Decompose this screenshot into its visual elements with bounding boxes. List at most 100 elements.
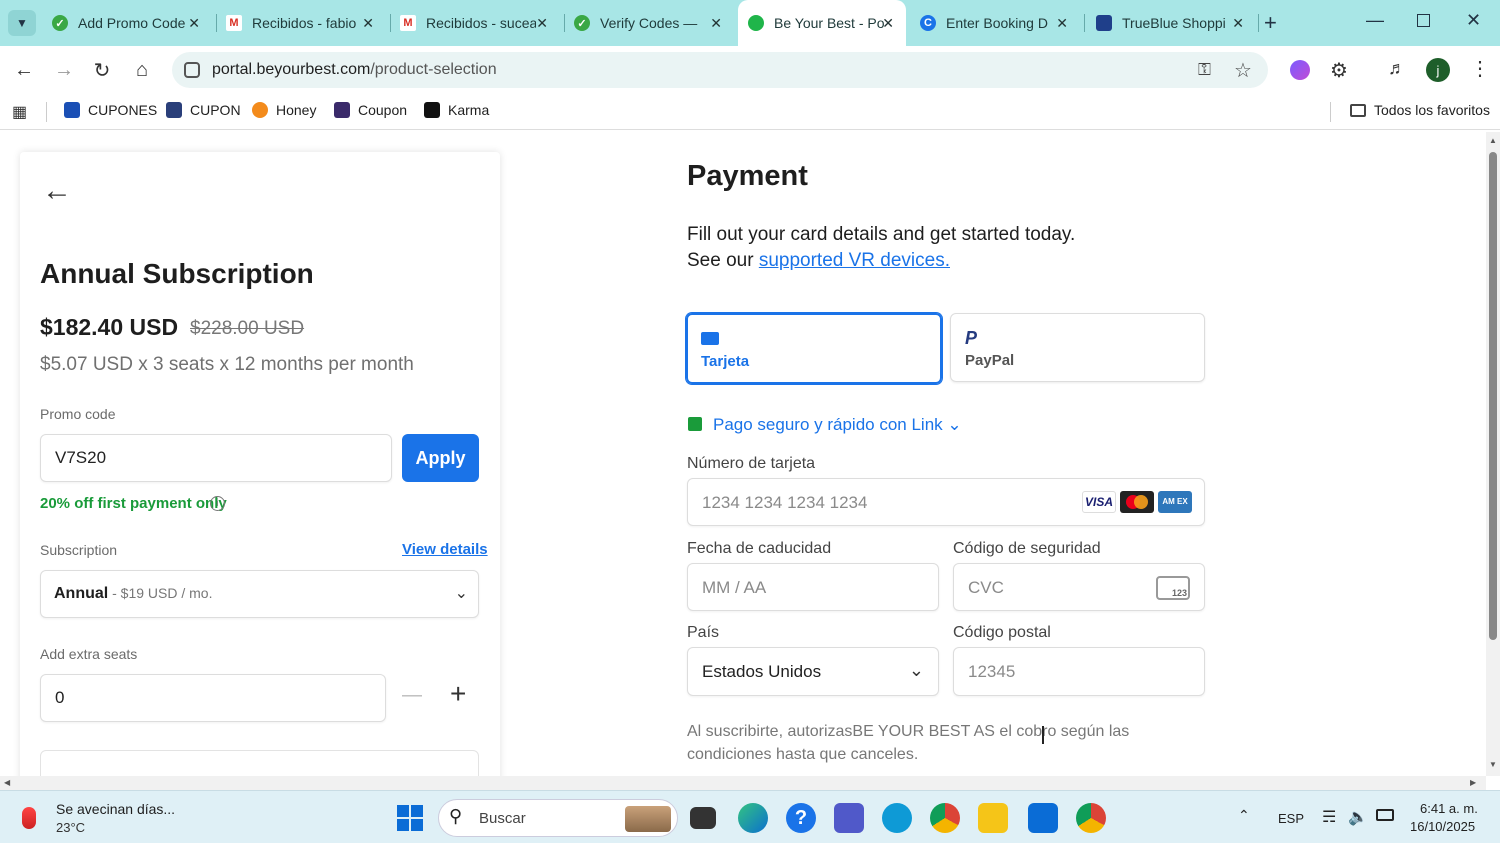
increment-seats-button[interactable]: + xyxy=(450,678,466,710)
method-card-tab[interactable]: Tarjeta xyxy=(686,313,942,384)
apply-button[interactable]: Apply xyxy=(402,434,479,482)
horizontal-scrollbar[interactable]: ◀ ▶ xyxy=(0,776,1486,790)
star-icon[interactable]: ☆ xyxy=(1234,58,1252,83)
subscription-label: Subscription xyxy=(40,542,118,558)
country-select[interactable]: Estados Unidos ⌄ xyxy=(687,647,939,696)
view-details-link[interactable]: View details xyxy=(402,541,488,558)
extensions-icon[interactable]: ⚙ xyxy=(1330,58,1348,83)
tab-strip: ▼ ✓ Add Promo Code ✕ M Recibidos - fabio… xyxy=(0,0,1500,46)
restore-button[interactable] xyxy=(1417,14,1430,27)
chrome-icon[interactable] xyxy=(930,803,960,833)
decrement-seats-button[interactable]: — xyxy=(402,684,422,707)
remote-desktop-icon[interactable] xyxy=(1028,803,1058,833)
bookmark-cupon[interactable]: CUPON xyxy=(166,102,241,118)
back-arrow-icon[interactable]: ← xyxy=(42,174,72,208)
info-icon[interactable]: i xyxy=(210,496,225,511)
paypal-icon: P xyxy=(965,328,978,348)
extension-copilot-icon[interactable] xyxy=(1290,60,1310,80)
bookmarks-bar: ▦ CUPONES CUPON Honey Coupon Karma Todos… xyxy=(0,94,1500,130)
chevron-down-icon: ⌄ xyxy=(454,585,468,602)
close-icon[interactable]: ✕ xyxy=(362,15,374,32)
card-number-input[interactable]: 1234 1234 1234 1234 VISA AM EX xyxy=(687,478,1205,526)
close-icon[interactable]: ✕ xyxy=(536,15,548,32)
taskbar-search[interactable]: ⚲ Buscar xyxy=(438,799,678,837)
close-icon[interactable]: ✕ xyxy=(882,15,894,32)
expiry-input[interactable]: MM / AA xyxy=(687,563,939,611)
close-icon[interactable]: ✕ xyxy=(710,15,722,32)
tray-expand-icon[interactable]: ⌃ xyxy=(1238,807,1250,824)
page-content: ← Annual Subscription $182.40 USD $228.0… xyxy=(0,132,1486,776)
new-tab-button[interactable]: + xyxy=(1264,10,1277,36)
search-icon: ⚲ xyxy=(449,806,463,826)
extra-seats-input[interactable]: 0 xyxy=(40,674,386,722)
honey-icon xyxy=(252,102,268,118)
edge-icon[interactable] xyxy=(738,803,768,833)
volume-icon[interactable]: 🔈 xyxy=(1348,807,1368,827)
media-icon[interactable]: ♬ xyxy=(1388,58,1406,79)
bookmark-honey[interactable]: Honey xyxy=(252,102,316,118)
tab-enter-booking[interactable]: C Enter Booking D ✕ xyxy=(920,0,1080,46)
task-view-icon[interactable] xyxy=(690,807,716,829)
scroll-down-icon[interactable]: ▼ xyxy=(1489,760,1497,769)
old-price: $228.00 USD xyxy=(190,318,305,339)
scroll-left-icon[interactable]: ◀ xyxy=(4,778,10,787)
promo-code-input[interactable]: V7S20 xyxy=(40,434,392,482)
bookmark-karma[interactable]: Karma xyxy=(424,102,489,118)
close-window-button[interactable]: ✕ xyxy=(1466,10,1481,31)
supported-devices-link[interactable]: supported VR devices. xyxy=(759,250,950,271)
url-text[interactable]: portal.beyourbest.com/product-selection xyxy=(212,61,497,79)
apps-icon[interactable]: ▦ xyxy=(12,102,27,122)
site-info-icon[interactable] xyxy=(184,62,200,78)
key-icon[interactable]: ⚿ xyxy=(1198,60,1211,80)
teams-icon[interactable] xyxy=(834,803,864,833)
chrome-profile-icon[interactable] xyxy=(1076,803,1106,833)
cvc-input[interactable]: CVC 123 xyxy=(953,563,1205,611)
link-pay-toggle[interactable]: Pago seguro y rápido con Link ⌄ xyxy=(713,415,962,435)
close-icon[interactable]: ✕ xyxy=(1056,15,1068,32)
start-button[interactable] xyxy=(397,805,423,831)
home-button[interactable]: ⌂ xyxy=(128,56,156,84)
scrollbar-thumb[interactable] xyxy=(1489,152,1497,640)
vertical-scrollbar[interactable]: ▲ ▼ xyxy=(1486,132,1500,776)
reload-button[interactable]: ↻ xyxy=(88,56,116,84)
file-explorer-icon[interactable] xyxy=(978,803,1008,833)
tab-recibidos-2[interactable]: M Recibidos - sucea ✕ xyxy=(400,0,560,46)
bookmark-coupon[interactable]: Coupon xyxy=(334,102,407,118)
scroll-right-icon[interactable]: ▶ xyxy=(1470,778,1476,787)
payment-title: Payment xyxy=(687,160,808,192)
battery-icon[interactable] xyxy=(1376,809,1394,821)
weather-icon[interactable] xyxy=(22,807,36,829)
weather-title[interactable]: Se avecinan días... xyxy=(56,801,175,817)
clock-time[interactable]: 6:41 a. m. xyxy=(1420,801,1478,816)
seats-label: Add extra seats xyxy=(40,646,138,662)
menu-icon[interactable]: ⋮ xyxy=(1470,56,1490,81)
forward-button[interactable]: → xyxy=(50,56,78,84)
zip-input[interactable]: 12345 xyxy=(953,647,1205,696)
tab-trueblue[interactable]: TrueBlue Shoppi ✕ xyxy=(1096,0,1256,46)
lock-icon xyxy=(166,102,182,118)
tab-be-your-best[interactable]: Be Your Best - Po ✕ xyxy=(738,0,906,46)
chevron-down-icon: ⌄ xyxy=(947,415,962,434)
tab-recibidos-1[interactable]: M Recibidos - fabio ✕ xyxy=(226,0,386,46)
scroll-up-icon[interactable]: ▲ xyxy=(1489,136,1497,145)
method-paypal-tab[interactable]: P PayPal xyxy=(950,313,1205,382)
language-indicator[interactable]: ESP xyxy=(1278,811,1304,826)
bookmark-cupones[interactable]: CUPONES xyxy=(64,102,157,118)
minimize-button[interactable]: — xyxy=(1366,10,1384,31)
back-button[interactable]: ← xyxy=(10,56,38,84)
copilot-icon[interactable] xyxy=(882,803,912,833)
address-bar[interactable]: portal.beyourbest.com/product-selection … xyxy=(172,52,1268,88)
clock-date[interactable]: 16/10/2025 xyxy=(1410,819,1475,834)
wifi-icon[interactable]: ☴ xyxy=(1322,807,1336,827)
folder-icon xyxy=(1350,103,1366,117)
tab-verify-codes[interactable]: ✓ Verify Codes — ✕ xyxy=(574,0,734,46)
close-icon[interactable]: ✕ xyxy=(188,15,200,32)
close-icon[interactable]: ✕ xyxy=(1232,15,1244,32)
avatar[interactable]: j xyxy=(1426,58,1450,82)
tab-search-button[interactable]: ▼ xyxy=(8,10,36,36)
help-icon[interactable]: ? xyxy=(786,803,816,833)
all-favorites[interactable]: Todos los favoritos xyxy=(1350,102,1490,118)
tab-add-promo[interactable]: ✓ Add Promo Code ✕ xyxy=(52,0,212,46)
subscription-select[interactable]: Annual - $19 USD / mo. ⌄ xyxy=(40,570,479,618)
plan-title: Annual Subscription xyxy=(40,258,314,289)
